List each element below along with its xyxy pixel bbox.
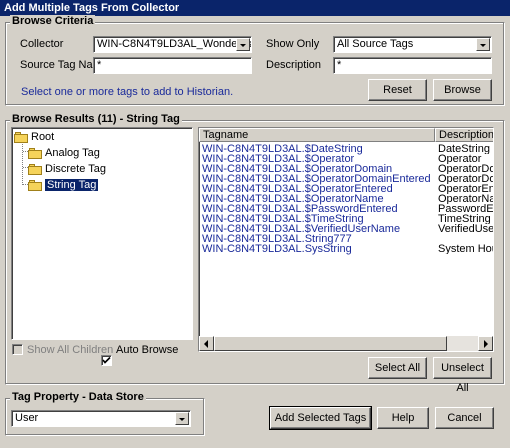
show-all-children-checkbox[interactable]: [12, 344, 23, 355]
auto-browse-label: Auto Browse: [116, 344, 179, 356]
description-cell: OperatorEntere: [438, 184, 494, 194]
hint-text: Select one or more tags to add to Histor…: [21, 86, 234, 98]
source-tag-name-value: *: [97, 59, 102, 71]
help-button[interactable]: Help: [377, 407, 429, 429]
tag-property-title: Tag Property - Data Store: [10, 391, 146, 403]
description-cell: DateString: [438, 144, 490, 154]
tree-item-label-selected: String Tag: [43, 178, 100, 192]
browse-criteria-title: Browse Criteria: [10, 15, 96, 27]
tree-item-root[interactable]: Root: [14, 130, 54, 144]
data-store-select[interactable]: User: [11, 410, 191, 427]
tree-item-analog-tag[interactable]: Analog Tag: [28, 146, 100, 160]
show-only-label: Show Only: [266, 38, 320, 50]
scroll-thumb[interactable]: [214, 336, 447, 351]
source-tag-name-input[interactable]: *: [93, 57, 252, 74]
scroll-right-button[interactable]: [478, 336, 493, 351]
tagname-cell: WIN-C8N4T9LD3AL.SysString: [202, 243, 352, 255]
tree-connector-line: [22, 142, 23, 185]
scroll-left-button[interactable]: [199, 336, 214, 351]
auto-browse-checkbox[interactable]: [101, 355, 112, 366]
unselect-all-button[interactable]: Unselect All: [433, 357, 492, 394]
column-header-description[interactable]: Description: [435, 128, 493, 142]
collector-label: Collector: [20, 38, 64, 50]
browse-results-title: Browse Results (11) - String Tag: [10, 113, 182, 125]
tag-list[interactable]: Tagname Description WIN-C8N4T9LD3AL.$Dat…: [198, 127, 494, 352]
dropdown-arrow-icon[interactable]: [236, 38, 250, 51]
category-tree[interactable]: Root Analog Tag Discrete Tag String Tag: [11, 127, 193, 340]
description-cell: VerifiedUserNa: [438, 224, 494, 234]
tree-item-discrete-tag[interactable]: Discrete Tag: [28, 162, 106, 176]
tree-item-label: Discrete Tag: [45, 163, 106, 175]
reset-button[interactable]: Reset: [368, 79, 427, 101]
add-selected-tags-button[interactable]: Add Selected Tags: [269, 406, 372, 430]
collector-select[interactable]: WIN-C8N4T9LD3AL_Wonderware: [93, 36, 252, 53]
description-value: *: [337, 59, 342, 71]
window-title-bar[interactable]: Add Multiple Tags From Collector: [0, 0, 510, 16]
folder-icon: [14, 131, 28, 143]
collector-value: WIN-C8N4T9LD3AL_Wonderware: [97, 38, 252, 50]
tree-item-string-tag[interactable]: String Tag: [28, 178, 100, 192]
folder-icon: [28, 179, 42, 191]
dropdown-arrow-icon[interactable]: [175, 412, 189, 425]
folder-icon: [28, 163, 42, 175]
description-cell: Operator: [438, 154, 482, 164]
description-input[interactable]: *: [333, 57, 492, 74]
browse-button[interactable]: Browse: [433, 79, 492, 101]
description-label: Description: [266, 59, 322, 71]
checkmark-icon: [102, 356, 111, 364]
description-cell: OperatorDoma: [438, 174, 493, 184]
tag-rows: WIN-C8N4T9LD3AL.$DateString DateString WIN…: [199, 144, 494, 324]
tree-item-label: Root: [31, 131, 55, 143]
scroll-right-icon: [484, 340, 488, 348]
show-only-value: All Source Tags: [337, 38, 414, 50]
window-title: Add Multiple Tags From Collector: [4, 2, 180, 14]
scroll-left-icon: [204, 340, 208, 348]
select-all-button[interactable]: Select All: [368, 357, 427, 379]
column-header-tagname[interactable]: Tagname: [199, 128, 435, 142]
description-cell: System Hourly: [438, 244, 493, 254]
table-row[interactable]: WIN-C8N4T9LD3AL.SysString System Hourly: [199, 243, 493, 255]
tree-item-label: Analog Tag: [45, 147, 100, 159]
data-store-value: User: [15, 412, 39, 424]
description-cell: OperatorDoma: [438, 164, 493, 174]
horizontal-scrollbar[interactable]: [199, 336, 493, 351]
show-only-select[interactable]: All Source Tags: [333, 36, 492, 53]
description-cell: PasswordEnte: [438, 204, 494, 214]
folder-icon: [28, 147, 42, 159]
cancel-button[interactable]: Cancel: [435, 407, 494, 429]
description-cell: OperatorName: [438, 194, 493, 204]
dropdown-arrow-icon[interactable]: [476, 38, 490, 51]
description-cell: TimeString: [438, 214, 491, 224]
